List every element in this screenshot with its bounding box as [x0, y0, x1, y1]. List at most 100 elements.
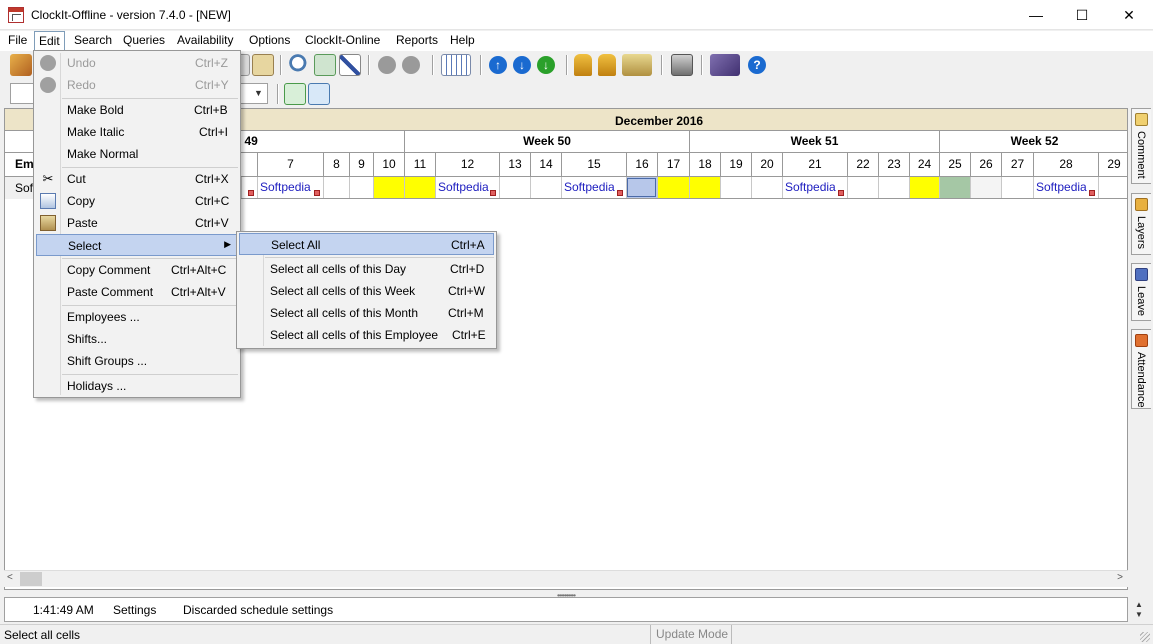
day-header[interactable]: 28 [1033, 153, 1098, 176]
schedule-cell[interactable] [689, 177, 720, 198]
day-header[interactable]: 22 [847, 153, 878, 176]
menu-edit[interactable]: Edit [34, 31, 65, 51]
menu-item-copy-comment[interactable]: Copy Comment Ctrl+Alt+C [36, 259, 238, 281]
chevron-down-icon[interactable]: ▼ [250, 84, 267, 103]
scroll-left-icon[interactable]: < [7, 572, 13, 583]
log-scroll-buttons[interactable]: ▲ ▼ [1132, 600, 1146, 622]
schedule-cell[interactable]: Softpedia [782, 177, 847, 198]
resize-grip-icon[interactable] [1140, 632, 1150, 642]
sync-icon[interactable] [308, 83, 330, 105]
schedule-cell[interactable] [323, 177, 349, 198]
menu-item-select[interactable]: Select ▶ [36, 234, 238, 256]
day-header[interactable]: 20 [751, 153, 782, 176]
day-header[interactable]: 14 [530, 153, 561, 176]
schedule-cell[interactable]: Softpedia [257, 177, 323, 198]
schedule-cell[interactable] [657, 177, 689, 198]
menu-clockit-online[interactable]: ClockIt-Online [305, 33, 380, 47]
schedule-cell[interactable] [878, 177, 909, 198]
forward-disabled-icon[interactable] [402, 56, 420, 74]
employee-name-cell[interactable]: Softpe [5, 177, 50, 199]
menu-search[interactable]: Search [74, 33, 112, 47]
schedule-cell[interactable] [720, 177, 751, 198]
unlock-icon[interactable] [598, 54, 616, 76]
schedule-cell[interactable] [530, 177, 561, 198]
menu-file[interactable]: File [8, 33, 27, 47]
menu-item-select-day[interactable]: Select all cells of this Day Ctrl+D [239, 258, 494, 280]
menu-item-select-month[interactable]: Select all cells of this Month Ctrl+M [239, 302, 494, 324]
day-header[interactable]: 24 [909, 153, 939, 176]
day-header[interactable]: 16 [626, 153, 657, 176]
menu-item-select-all[interactable]: Select All Ctrl+A [239, 233, 494, 255]
schedule-cell[interactable] [939, 177, 970, 198]
day-header[interactable]: 27 [1001, 153, 1033, 176]
schedule-cell[interactable]: Softpedia [561, 177, 626, 198]
edit-icon[interactable] [339, 54, 361, 76]
schedule-cell[interactable] [970, 177, 1001, 198]
menu-item-paste-comment[interactable]: Paste Comment Ctrl+Alt+V [36, 281, 238, 303]
menu-item-make-normal[interactable]: Make Normal [36, 143, 238, 165]
day-header[interactable]: 23 [878, 153, 909, 176]
schedule-cell[interactable] [847, 177, 878, 198]
day-header[interactable]: 21 [782, 153, 847, 176]
schedule-cell[interactable] [499, 177, 530, 198]
scroll-right-icon[interactable]: > [1117, 572, 1123, 583]
menu-item-make-bold[interactable]: Make Bold Ctrl+B [36, 99, 238, 121]
find-icon[interactable] [289, 54, 311, 76]
refresh-icon[interactable] [284, 83, 306, 105]
schedule-cell[interactable]: Softpedia [1033, 177, 1098, 198]
side-tab-comment[interactable]: Comment [1131, 108, 1151, 184]
menu-availability[interactable]: Availability [177, 33, 233, 47]
lock-icon[interactable] [574, 54, 592, 76]
scrollbar-thumb[interactable] [20, 572, 42, 586]
menu-item-select-employee[interactable]: Select all cells of this Employee Ctrl+E [239, 324, 494, 346]
day-header[interactable]: 11 [404, 153, 435, 176]
menu-item-employees[interactable]: Employees ... [36, 306, 238, 328]
side-tab-leave[interactable]: Leave [1131, 263, 1151, 321]
schedule-cell[interactable] [404, 177, 435, 198]
menu-item-shift-groups[interactable]: Shift Groups ... [36, 350, 238, 372]
grid-view-dropdown-icon[interactable] [441, 54, 471, 76]
day-header[interactable]: 17 [657, 153, 689, 176]
back-disabled-icon[interactable] [378, 56, 396, 74]
day-header[interactable]: 8 [323, 153, 349, 176]
menu-item-shifts[interactable]: Shifts... [36, 328, 238, 350]
day-header[interactable]: 15 [561, 153, 626, 176]
menu-item-make-italic[interactable]: Make Italic Ctrl+I [36, 121, 238, 143]
day-header[interactable]: 13 [499, 153, 530, 176]
close-button[interactable]: ✕ [1106, 0, 1152, 30]
schedule-cell[interactable] [1098, 177, 1127, 198]
arrow-down-icon[interactable]: ↓ [513, 56, 531, 74]
day-header[interactable]: 12 [435, 153, 499, 176]
day-header[interactable]: 25 [939, 153, 970, 176]
schedule-cell[interactable] [241, 177, 257, 198]
selected-schedule-cell[interactable] [626, 177, 657, 198]
arrow-down-green-icon[interactable]: ↓ [537, 56, 555, 74]
paste-toolbar-icon[interactable] [252, 54, 274, 76]
arrow-up-icon[interactable]: ↑ [489, 56, 507, 74]
menu-item-cut[interactable]: ✂ Cut Ctrl+X [36, 168, 238, 190]
day-header[interactable]: 18 [689, 153, 720, 176]
menu-item-holidays[interactable]: Holidays ... [36, 375, 238, 397]
menu-item-copy[interactable]: Copy Ctrl+C [36, 190, 238, 212]
day-header[interactable]: 9 [349, 153, 373, 176]
day-header[interactable]: 26 [970, 153, 1001, 176]
lock-options-dropdown-icon[interactable] [622, 54, 652, 76]
day-header[interactable]: 10 [373, 153, 404, 176]
panel-splitter[interactable]: •••••••••• [0, 590, 1153, 600]
menu-item-undo[interactable]: Undo Ctrl+Z [36, 52, 238, 74]
maximize-button[interactable]: ☐ [1059, 0, 1105, 30]
side-tab-attendance[interactable]: Attendance [1131, 329, 1151, 409]
menu-help[interactable]: Help [450, 33, 475, 47]
menu-queries[interactable]: Queries [123, 33, 165, 47]
day-header[interactable]: 19 [720, 153, 751, 176]
schedule-cell[interactable] [373, 177, 404, 198]
menu-reports[interactable]: Reports [396, 33, 438, 47]
tools-dropdown-icon[interactable] [710, 54, 740, 76]
schedule-cell[interactable] [909, 177, 939, 198]
help-icon[interactable]: ? [748, 56, 766, 74]
horizontal-scrollbar[interactable]: < > [4, 570, 1128, 587]
menu-item-redo[interactable]: Redo Ctrl+Y [36, 74, 238, 96]
schedule-cell[interactable] [751, 177, 782, 198]
menu-options[interactable]: Options [249, 33, 290, 47]
menu-item-select-week[interactable]: Select all cells of this Week Ctrl+W [239, 280, 494, 302]
